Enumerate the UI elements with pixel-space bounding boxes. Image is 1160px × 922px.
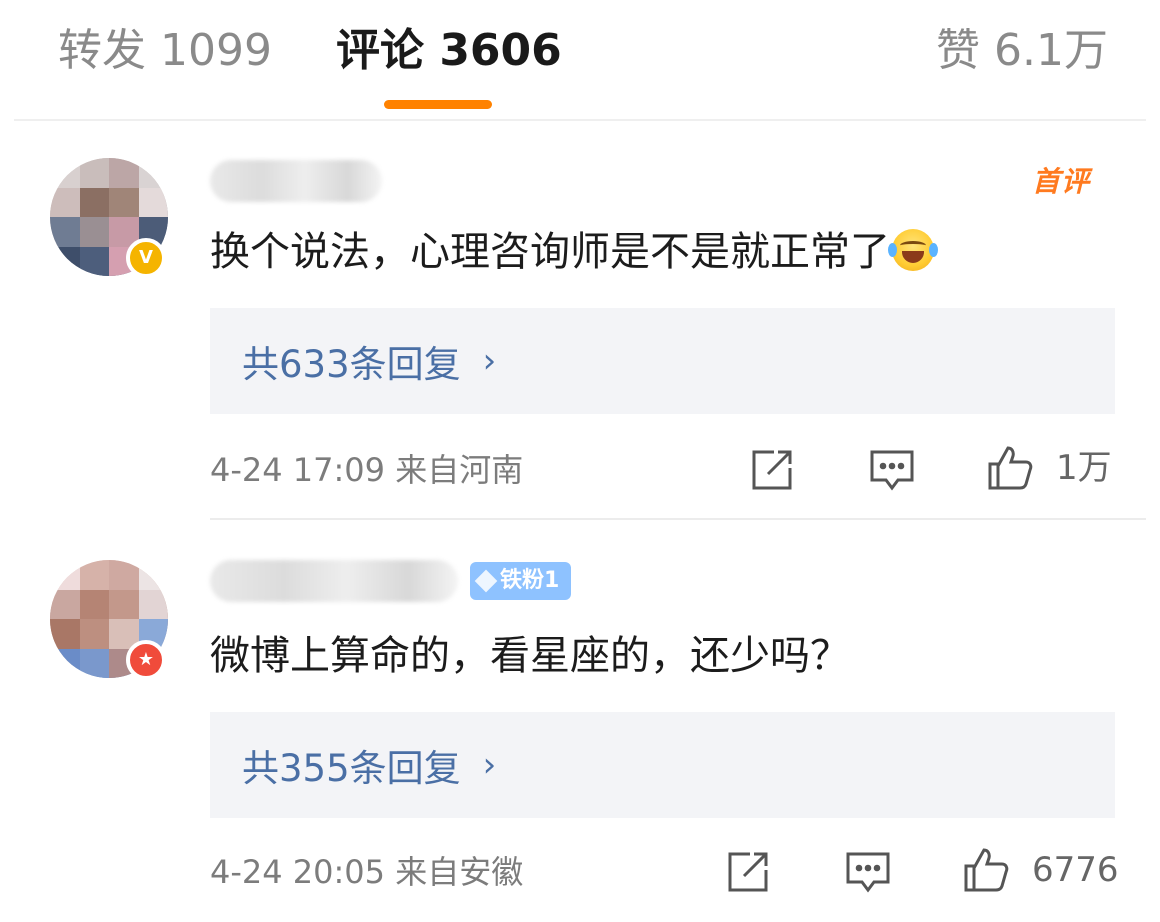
comment-divider [210, 518, 1146, 520]
username-blurred[interactable] [210, 560, 458, 602]
comment-icon[interactable] [868, 446, 916, 494]
like-icon[interactable] [962, 846, 1010, 894]
username-blurred[interactable] [210, 160, 382, 202]
first-comment-tag: 首评 [1032, 165, 1091, 198]
like-count: 6776 [1032, 850, 1119, 890]
fan-level-tag: 铁粉1 [470, 562, 572, 600]
comment-icon[interactable] [844, 848, 892, 896]
replies-box[interactable]: 共633条回复 › [210, 308, 1115, 414]
tab-like[interactable]: 赞 6.1万 [936, 22, 1108, 80]
comment-meta: 4-24 20:05 来自安徽 [210, 853, 524, 891]
comment-text: 微博上算命的，看星座的，还少吗？ [210, 633, 850, 679]
comment-text-content: 换个说法，心理咨询师是不是就正常了 [210, 229, 890, 275]
laughing-tears-emoji-icon [888, 229, 938, 271]
tab-repost[interactable]: 转发 1099 [58, 22, 272, 80]
comment-tabs: 转发 1099 评论 3606 赞 6.1万 [0, 0, 1160, 121]
chevron-right-icon: › [482, 745, 497, 785]
chevron-right-icon: › [482, 341, 497, 381]
tab-comment[interactable]: 评论 3606 [336, 22, 562, 80]
fan-level-label: 铁粉1 [500, 568, 560, 593]
like-count: 1万 [1056, 448, 1112, 488]
verified-badge-icon: V [126, 238, 166, 278]
diamond-icon [474, 569, 498, 593]
comment-meta: 4-24 17:09 来自河南 [210, 451, 524, 489]
repost-icon[interactable] [748, 446, 796, 494]
like-icon[interactable] [986, 444, 1034, 492]
replies-link[interactable]: 共633条回复 [242, 334, 461, 388]
replies-box[interactable]: 共355条回复 › [210, 712, 1115, 818]
active-tab-indicator [384, 100, 492, 109]
tabs-divider [14, 119, 1146, 121]
replies-link[interactable]: 共355条回复 [242, 738, 461, 792]
member-badge-icon: ★ [126, 640, 166, 680]
repost-icon[interactable] [724, 848, 772, 896]
comment-text: 换个说法，心理咨询师是不是就正常了 [210, 224, 938, 280]
